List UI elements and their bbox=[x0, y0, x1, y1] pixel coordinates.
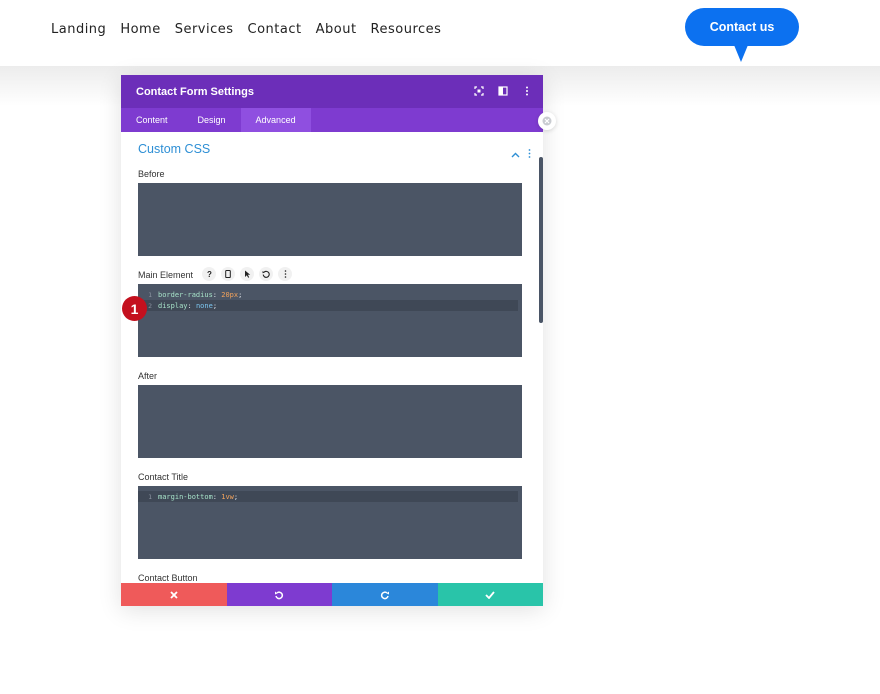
contact-form-settings-modal: Contact Form Settings Content Design Adv… bbox=[121, 75, 543, 606]
before-label: Before bbox=[138, 169, 165, 179]
css-value: 20px bbox=[221, 290, 239, 299]
reset-icon[interactable] bbox=[259, 267, 273, 281]
css-property: border-radius bbox=[158, 290, 213, 299]
contact-us-button[interactable]: Contact us bbox=[685, 8, 799, 46]
modal-footer bbox=[121, 583, 543, 606]
modal-title: Contact Form Settings bbox=[136, 85, 254, 98]
modal-tabs: Content Design Advanced bbox=[121, 108, 543, 132]
undo-icon bbox=[275, 590, 284, 599]
after-css-editor[interactable] bbox=[138, 385, 522, 458]
redo-button[interactable] bbox=[332, 583, 438, 606]
section-controls bbox=[511, 145, 531, 163]
modal-header: Contact Form Settings bbox=[121, 75, 543, 108]
css-value: none bbox=[195, 301, 213, 310]
code-line: 1 border-radius: 20px; bbox=[138, 289, 518, 300]
nav-link-about[interactable]: About bbox=[316, 22, 357, 37]
nav-link-contact[interactable]: Contact bbox=[248, 22, 302, 37]
undo-button[interactable] bbox=[226, 583, 332, 606]
main-element-label: Main Element bbox=[138, 270, 194, 280]
help-icon[interactable]: ? bbox=[202, 267, 216, 281]
line-number: 1 bbox=[148, 492, 152, 501]
nav-link-home[interactable]: Home bbox=[120, 22, 160, 37]
more-options-icon[interactable] bbox=[521, 85, 533, 97]
discard-button[interactable] bbox=[121, 583, 227, 606]
checkmark-icon bbox=[485, 590, 495, 599]
contact-title-css-editor[interactable]: 1 margin-bottom: 1vw; bbox=[138, 486, 522, 559]
css-property: display bbox=[158, 301, 188, 310]
modal-body: Custom CSS Before Main Element ? 1 borde… bbox=[121, 132, 543, 583]
tab-content[interactable]: Content bbox=[121, 108, 183, 132]
code-line-active: 1 margin-bottom: 1vw; bbox=[138, 491, 518, 502]
main-element-tools: ? bbox=[202, 267, 292, 281]
cursor-icon[interactable] bbox=[240, 267, 254, 281]
close-icon bbox=[170, 590, 178, 599]
custom-css-section-title[interactable]: Custom CSS bbox=[138, 142, 210, 156]
svg-text:?: ? bbox=[207, 270, 212, 278]
code-line-active: 2 display: none; bbox=[138, 300, 518, 311]
after-label: After bbox=[138, 371, 158, 381]
code-text: border-radius: 20px; bbox=[158, 290, 243, 299]
save-button[interactable] bbox=[437, 583, 543, 606]
contact-button-label: Contact Button bbox=[138, 573, 198, 583]
contact-title-label: Contact Title bbox=[138, 472, 189, 482]
before-css-editor[interactable] bbox=[138, 183, 522, 256]
code-text: margin-bottom: 1vw; bbox=[158, 492, 239, 501]
nav-link-services[interactable]: Services bbox=[175, 22, 234, 37]
step-badge: 1 bbox=[122, 296, 147, 321]
contact-us-button-tail bbox=[734, 45, 748, 62]
main-element-row: Main Element ? bbox=[138, 267, 338, 284]
modal-header-controls bbox=[473, 85, 533, 97]
section-more-icon[interactable] bbox=[528, 145, 531, 163]
nav-link-resources[interactable]: Resources bbox=[371, 22, 442, 37]
chevron-up-icon[interactable] bbox=[511, 145, 520, 163]
code-text: display: none; bbox=[158, 301, 218, 310]
main-element-css-editor[interactable]: 1 border-radius: 20px; 2 display: none; bbox=[138, 284, 522, 357]
redo-icon bbox=[380, 590, 389, 599]
tab-design[interactable]: Design bbox=[183, 108, 241, 132]
tab-advanced[interactable]: Advanced bbox=[240, 108, 311, 132]
css-value: 1vw bbox=[221, 492, 234, 501]
field-more-icon[interactable] bbox=[278, 267, 292, 281]
split-view-icon[interactable] bbox=[497, 85, 509, 97]
css-property: margin-bottom bbox=[158, 492, 213, 501]
nav-link-landing[interactable]: Landing bbox=[51, 22, 106, 37]
scrollbar[interactable] bbox=[539, 157, 543, 323]
mobile-icon[interactable] bbox=[221, 267, 235, 281]
close-overlay-icon[interactable] bbox=[538, 112, 556, 130]
main-nav: Landing Home Services Contact About Reso… bbox=[51, 22, 455, 37]
fullscreen-icon[interactable] bbox=[473, 85, 485, 97]
